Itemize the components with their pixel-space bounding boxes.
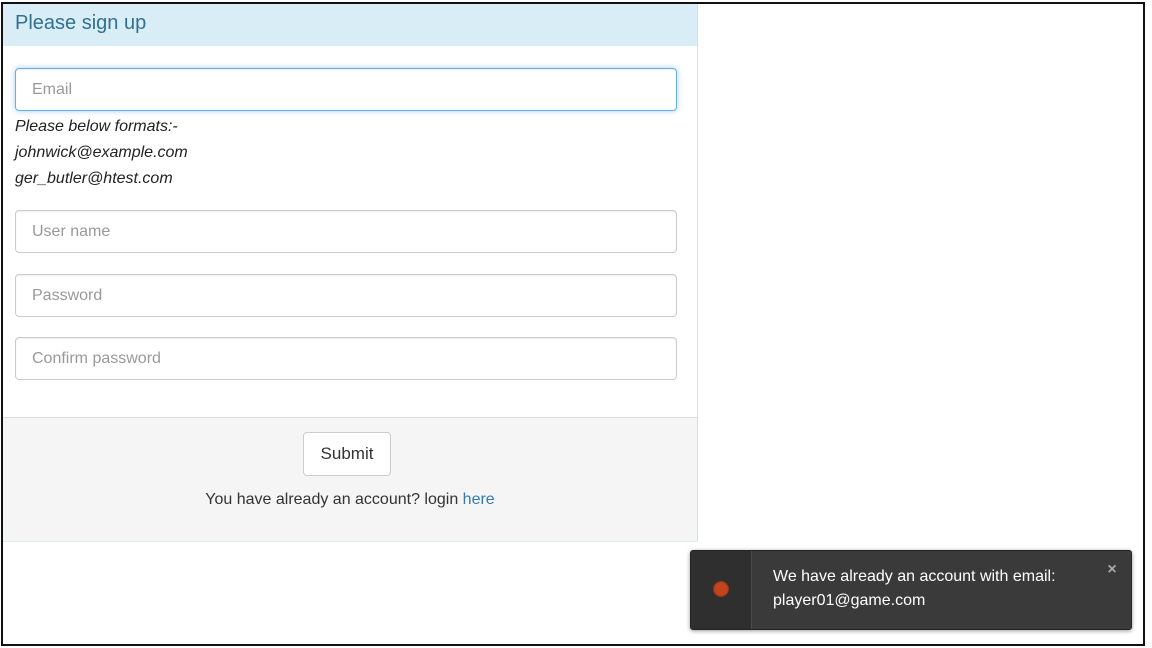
login-prompt: You have already an account? login here — [3, 491, 697, 509]
toast-message-line1: We have already an account with email: — [773, 568, 1056, 585]
username-field[interactable] — [15, 210, 677, 253]
login-link[interactable]: here — [463, 491, 495, 508]
toast-icon-column — [691, 551, 752, 629]
submit-button[interactable]: Submit — [303, 432, 391, 476]
login-prompt-text: You have already an account? login — [205, 491, 463, 508]
close-icon[interactable]: × — [1105, 562, 1119, 578]
hint-heading: Please below formats:- — [15, 118, 178, 135]
toast-message: We have already an account with email: p… — [773, 565, 1083, 613]
hint-example-2: ger_butler@htest.com — [15, 170, 173, 187]
toast-message-email: player01@game.com — [773, 592, 926, 609]
email-field[interactable] — [15, 68, 677, 111]
password-field[interactable] — [15, 274, 677, 317]
error-dot-icon — [713, 581, 729, 597]
hint-example-1: johnwick@example.com — [15, 144, 188, 161]
panel-title: Please sign up — [3, 4, 697, 46]
error-toast: We have already an account with email: p… — [690, 550, 1132, 630]
app-frame: Please sign up Please below formats:- jo… — [1, 2, 1145, 646]
panel-footer: Submit You have already an account? logi… — [3, 417, 697, 541]
email-format-hint: Please below formats:- johnwick@example.… — [15, 114, 188, 192]
confirm-password-field[interactable] — [15, 337, 677, 380]
signup-panel: Please sign up Please below formats:- jo… — [3, 4, 698, 542]
